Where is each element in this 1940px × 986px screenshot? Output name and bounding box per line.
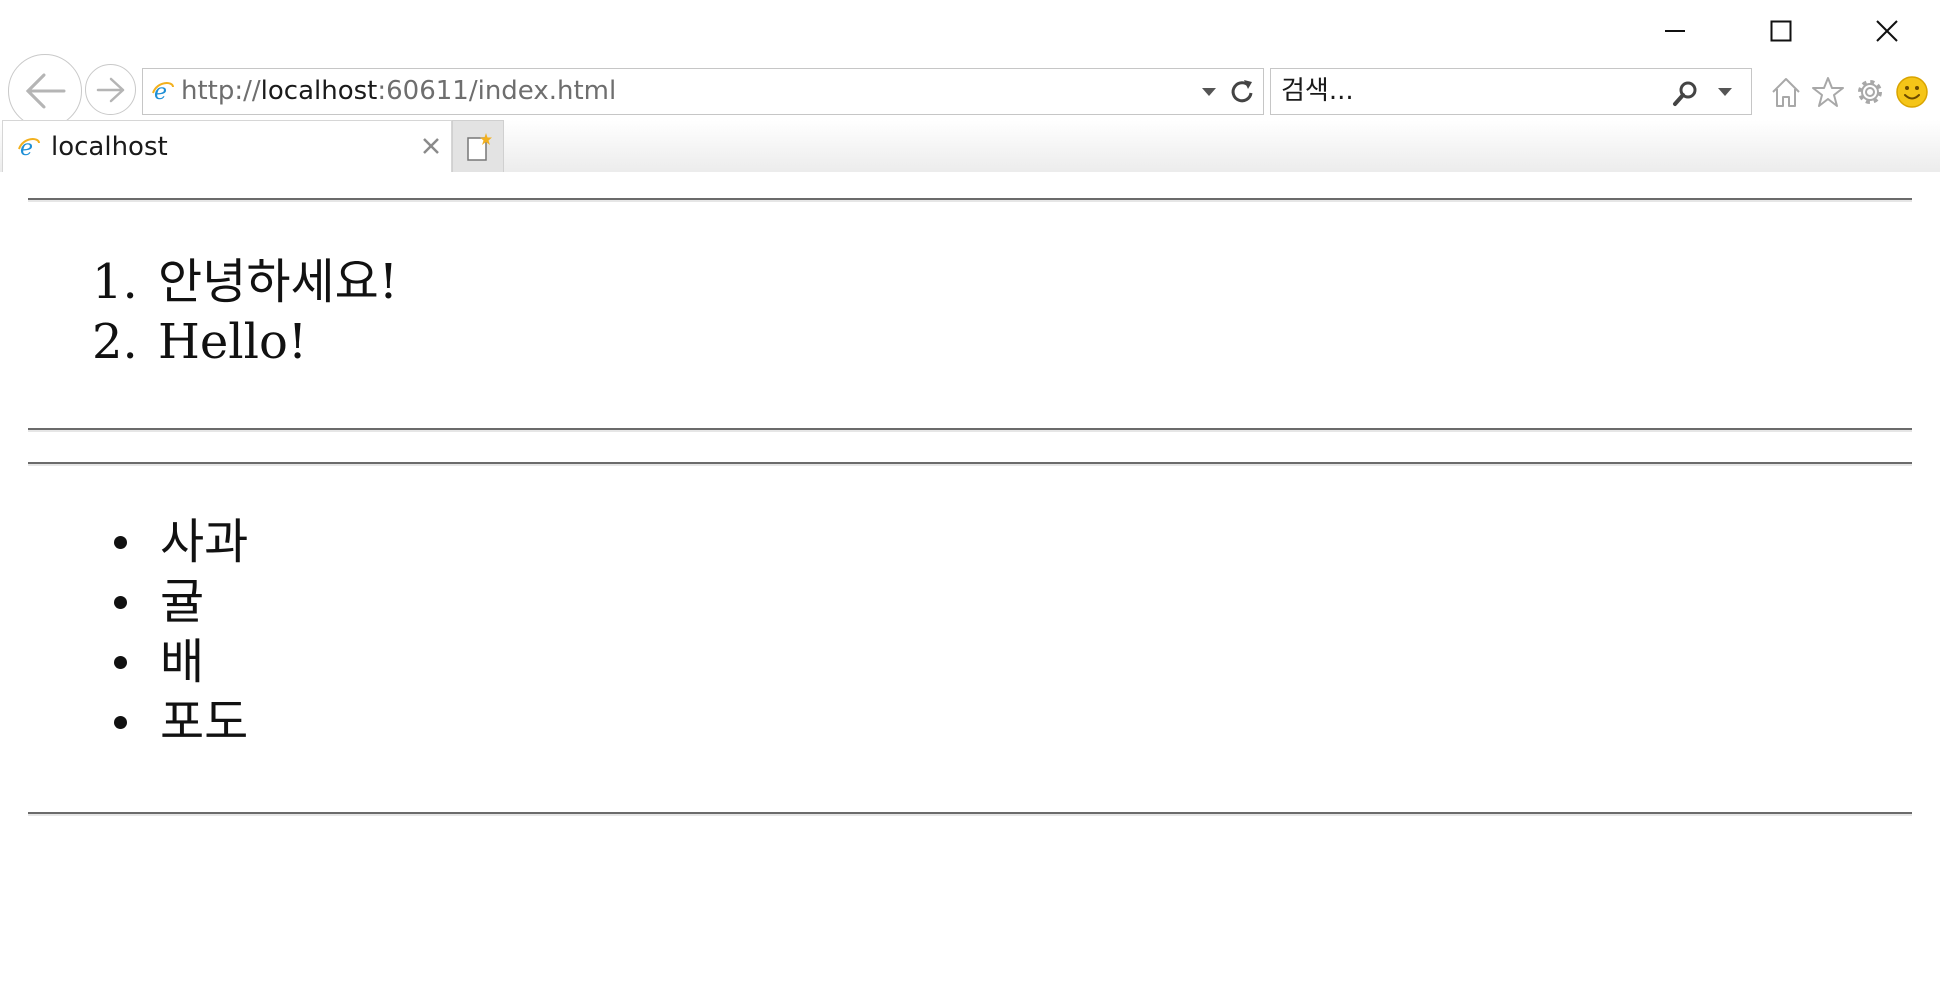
- gear-icon[interactable]: [1852, 74, 1888, 110]
- search-box[interactable]: 검색...: [1270, 68, 1752, 115]
- address-dropdown-icon[interactable]: [1199, 79, 1219, 107]
- forward-button[interactable]: [85, 64, 136, 115]
- ie-logo-icon: e: [17, 135, 41, 163]
- horizontal-rule: [28, 812, 1912, 816]
- horizontal-rule: [28, 198, 1912, 202]
- bullet-icon: [114, 596, 127, 609]
- minimize-button[interactable]: [1622, 0, 1728, 62]
- tab-label: localhost: [51, 132, 168, 162]
- list-number: 1.: [92, 254, 138, 310]
- page-content: 1. 안녕하세요! 2. Hello! 사과 귤 배 포도: [0, 172, 1940, 986]
- maximize-button[interactable]: [1728, 0, 1834, 62]
- close-icon: [1876, 20, 1898, 42]
- new-tab-button[interactable]: [452, 120, 504, 172]
- search-icon[interactable]: [1671, 78, 1701, 112]
- back-arrow-icon: [25, 73, 66, 109]
- tab-localhost[interactable]: e localhost: [2, 120, 452, 172]
- url-host: localhost: [260, 76, 378, 106]
- new-tab-icon: [467, 132, 492, 161]
- star-icon[interactable]: [1810, 74, 1846, 110]
- list-item-text: 포도: [160, 694, 249, 750]
- browser-window: e http://localhost:60611/index.html 검색..…: [0, 0, 1940, 986]
- list-item-text: 배: [160, 634, 205, 690]
- ie-logo-icon: e: [151, 79, 175, 107]
- minimize-icon: [1665, 30, 1685, 32]
- home-icon[interactable]: [1768, 74, 1804, 110]
- url-scheme: http://: [181, 76, 261, 106]
- forward-arrow-icon: [96, 77, 124, 102]
- url-path: :60611/index.html: [377, 76, 617, 106]
- refresh-icon[interactable]: [1227, 76, 1257, 110]
- tab-strip: e localhost: [0, 120, 1940, 172]
- bullet-icon: [114, 536, 127, 549]
- close-window-button[interactable]: [1834, 0, 1940, 62]
- list-item-text: 사과: [160, 514, 249, 570]
- horizontal-rule: [28, 428, 1912, 432]
- list-item-text: 귤: [160, 574, 205, 630]
- search-dropdown-icon[interactable]: [1715, 79, 1735, 107]
- address-url[interactable]: http://localhost:60611/index.html: [181, 69, 616, 114]
- window-controls: [1622, 0, 1940, 62]
- bullet-icon: [114, 716, 127, 729]
- search-input[interactable]: 검색...: [1281, 69, 1354, 114]
- smiley-icon[interactable]: [1894, 74, 1930, 110]
- horizontal-rule: [28, 462, 1912, 466]
- list-item-text: 안녕하세요!: [158, 254, 399, 310]
- list-item-text: Hello!: [158, 314, 308, 370]
- close-tab-icon[interactable]: [421, 136, 441, 160]
- address-bar[interactable]: e http://localhost:60611/index.html: [142, 68, 1264, 115]
- bullet-icon: [114, 656, 127, 669]
- maximize-icon: [1770, 20, 1792, 42]
- list-number: 2.: [92, 314, 138, 370]
- back-button[interactable]: [8, 54, 82, 128]
